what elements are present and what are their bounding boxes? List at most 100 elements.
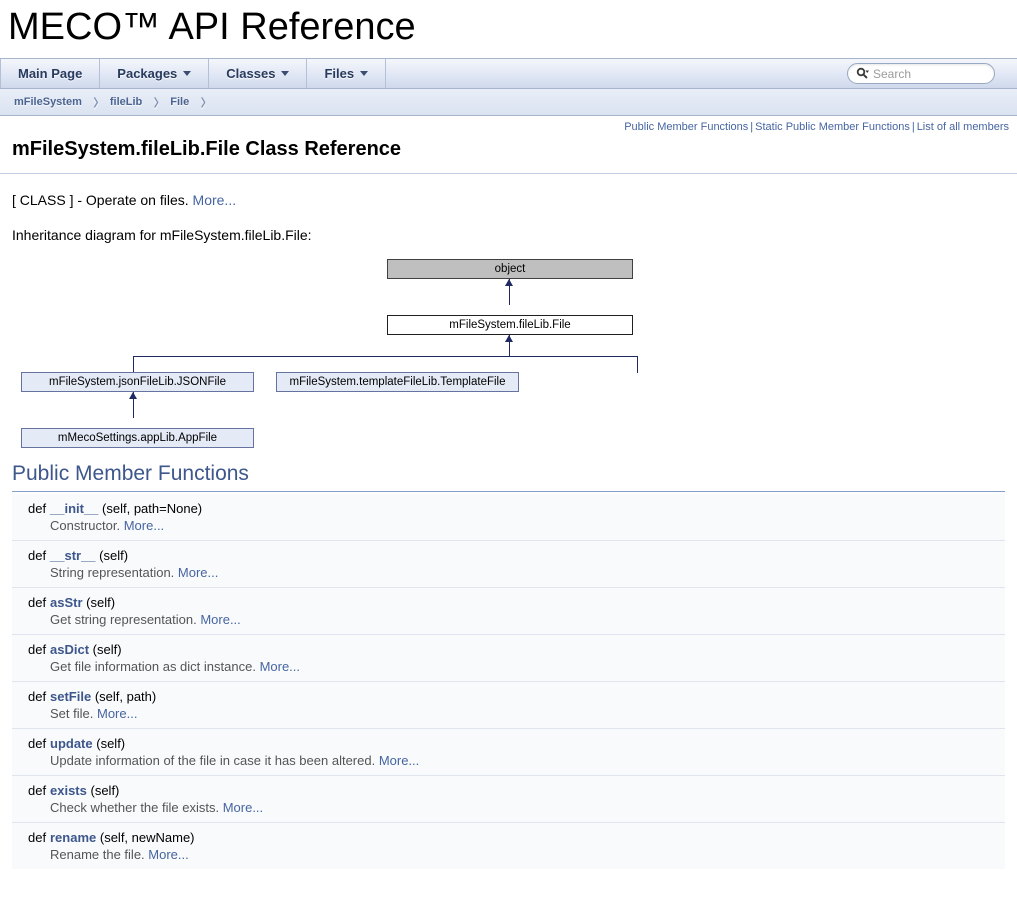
tab-main-page[interactable]: Main Page <box>0 59 101 88</box>
brief-more-link[interactable]: More... <box>193 192 237 208</box>
more-link[interactable]: More... <box>97 706 137 721</box>
header-title-area: mFileSystem.fileLib.File Class Reference <box>0 135 1017 173</box>
table-row-description: Rename the file. More... <box>12 845 1005 869</box>
table-row: def rename (self, newName) <box>12 822 1005 845</box>
member-name-link[interactable]: rename <box>50 830 96 845</box>
member-signature: asDict (self) <box>50 634 1005 657</box>
breadcrumb-item-file[interactable]: File › <box>166 87 213 116</box>
member-description-text: Get string representation. <box>50 612 197 627</box>
main-nav-tabs: Main Page Packages Classes Files <box>0 58 1017 89</box>
tab-label: Classes <box>226 66 276 81</box>
inheritance-diagram: object mFileSystem.fileLib.File mFileSys… <box>12 251 1005 448</box>
chevron-down-icon <box>183 71 192 76</box>
table-row: def __str__ (self) <box>12 540 1005 563</box>
contents: [ CLASS ] - Operate on files. More... In… <box>0 174 1017 869</box>
member-args: (self, path) <box>94 689 157 704</box>
tab-packages[interactable]: Packages <box>100 59 210 88</box>
member-name-link[interactable]: update <box>50 736 93 751</box>
diagram-node-jsonfile[interactable]: mFileSystem.jsonFileLib.JSONFile <box>21 372 254 392</box>
member-name-link[interactable]: asDict <box>50 642 89 657</box>
member-args: (self, newName) <box>99 830 195 845</box>
member-signature: update (self) <box>50 728 1005 751</box>
search-input[interactable] <box>871 65 981 82</box>
search-icon[interactable] <box>856 67 869 80</box>
member-description: Get string representation. More... <box>50 610 1005 635</box>
table-row-description: Get string representation. More... <box>12 610 1005 635</box>
member-description: Constructor. More... <box>50 516 1005 541</box>
more-link[interactable]: More... <box>200 612 240 627</box>
member-name-link[interactable]: setFile <box>50 689 91 704</box>
table-row-description: String representation. More... <box>12 563 1005 588</box>
member-kind: def <box>12 775 50 798</box>
table-row-description: Constructor. More... <box>12 516 1005 541</box>
breadcrumb-label: mFileSystem <box>14 96 82 108</box>
member-kind: def <box>12 681 50 704</box>
table-row-description: Set file. More... <box>12 704 1005 729</box>
title-area: MECO™ API Reference <box>0 0 1017 58</box>
member-name-link[interactable]: exists <box>50 783 87 798</box>
more-link[interactable]: More... <box>178 565 218 580</box>
more-link[interactable]: More... <box>148 847 188 862</box>
spacer-cell <box>12 516 50 541</box>
breadcrumb-item-filelib[interactable]: fileLib › <box>106 87 166 116</box>
diagram-node-object[interactable]: object <box>387 259 633 279</box>
breadcrumb: mFileSystem › fileLib › File › <box>0 87 1017 116</box>
more-link[interactable]: More... <box>379 753 419 768</box>
more-link[interactable]: More... <box>260 659 300 674</box>
diagram-node-file[interactable]: mFileSystem.fileLib.File <box>387 315 633 335</box>
page-title: mFileSystem.fileLib.File Class Reference <box>12 138 402 160</box>
summary-links: Public Member Functions | Static Public Me… <box>0 116 1017 135</box>
member-description-text: Constructor. <box>50 518 121 533</box>
member-kind: def <box>12 587 50 610</box>
member-signature: asStr (self) <box>50 587 1005 610</box>
table-row: def setFile (self, path) <box>12 681 1005 704</box>
section-heading-public-member-functions: Public Member Functions <box>12 461 1005 492</box>
spacer-cell <box>12 657 50 682</box>
table-row-description: Update information of the file in case i… <box>12 751 1005 776</box>
member-signature: __str__ (self) <box>50 540 1005 563</box>
member-name-link[interactable]: asStr <box>50 595 83 610</box>
diagram-node-appfile[interactable]: mMecoSettings.appLib.AppFile <box>21 428 254 448</box>
summary-separator: | <box>911 121 915 133</box>
tab-list: Main Page Packages Classes Files <box>0 59 387 88</box>
more-link[interactable]: More... <box>124 518 164 533</box>
member-args: (self) <box>96 736 126 751</box>
member-args: (self) <box>92 642 122 657</box>
spacer-cell <box>12 704 50 729</box>
breadcrumb-chevron-icon: › <box>200 87 207 116</box>
member-description-text: String representation. <box>50 565 175 580</box>
member-description: String representation. More... <box>50 563 1005 588</box>
class-brief-description: [ CLASS ] - Operate on files. More... <box>12 174 1005 209</box>
spacer-cell <box>12 610 50 635</box>
member-signature: __init__ (self, path=None) <box>50 494 1005 516</box>
summary-link-public-member-functions[interactable]: Public Member Functions <box>624 121 748 133</box>
member-kind: def <box>12 540 50 563</box>
table-row-description: Get file information as dict instance. M… <box>12 657 1005 682</box>
member-name-link[interactable]: __init__ <box>50 501 98 516</box>
diagram-node-templatefile[interactable]: mFileSystem.templateFileLib.TemplateFile <box>276 372 519 392</box>
member-declarations-table: def __init__ (self, path=None) Construct… <box>12 494 1005 869</box>
member-kind: def <box>12 494 50 516</box>
member-kind: def <box>12 728 50 751</box>
member-args: (self, path=None) <box>102 501 203 516</box>
tab-files[interactable]: Files <box>307 59 387 88</box>
summary-link-static-public-member-functions[interactable]: Static Public Member Functions <box>755 121 910 133</box>
spacer-cell <box>12 751 50 776</box>
diagram-drop-jsonfile <box>133 356 134 373</box>
diagram-arrow-up-icon <box>129 392 137 399</box>
member-kind: def <box>12 822 50 845</box>
table-row: def exists (self) <box>12 775 1005 798</box>
member-description-text: Check whether the file exists. <box>50 800 220 815</box>
more-link[interactable]: More... <box>223 800 263 815</box>
table-row: def asStr (self) <box>12 587 1005 610</box>
chevron-down-icon <box>360 71 369 76</box>
member-name-link[interactable]: __str__ <box>50 548 96 563</box>
search-box[interactable] <box>847 63 995 84</box>
table-row: def asDict (self) <box>12 634 1005 657</box>
diagram-drop-templatefile <box>637 356 638 373</box>
tab-classes[interactable]: Classes <box>209 59 308 88</box>
table-row: def update (self) <box>12 728 1005 751</box>
summary-link-list-of-all-members[interactable]: List of all members <box>917 121 1009 133</box>
breadcrumb-item-mfilesystem[interactable]: mFileSystem › <box>10 87 106 116</box>
table-row: def __init__ (self, path=None) <box>12 494 1005 516</box>
